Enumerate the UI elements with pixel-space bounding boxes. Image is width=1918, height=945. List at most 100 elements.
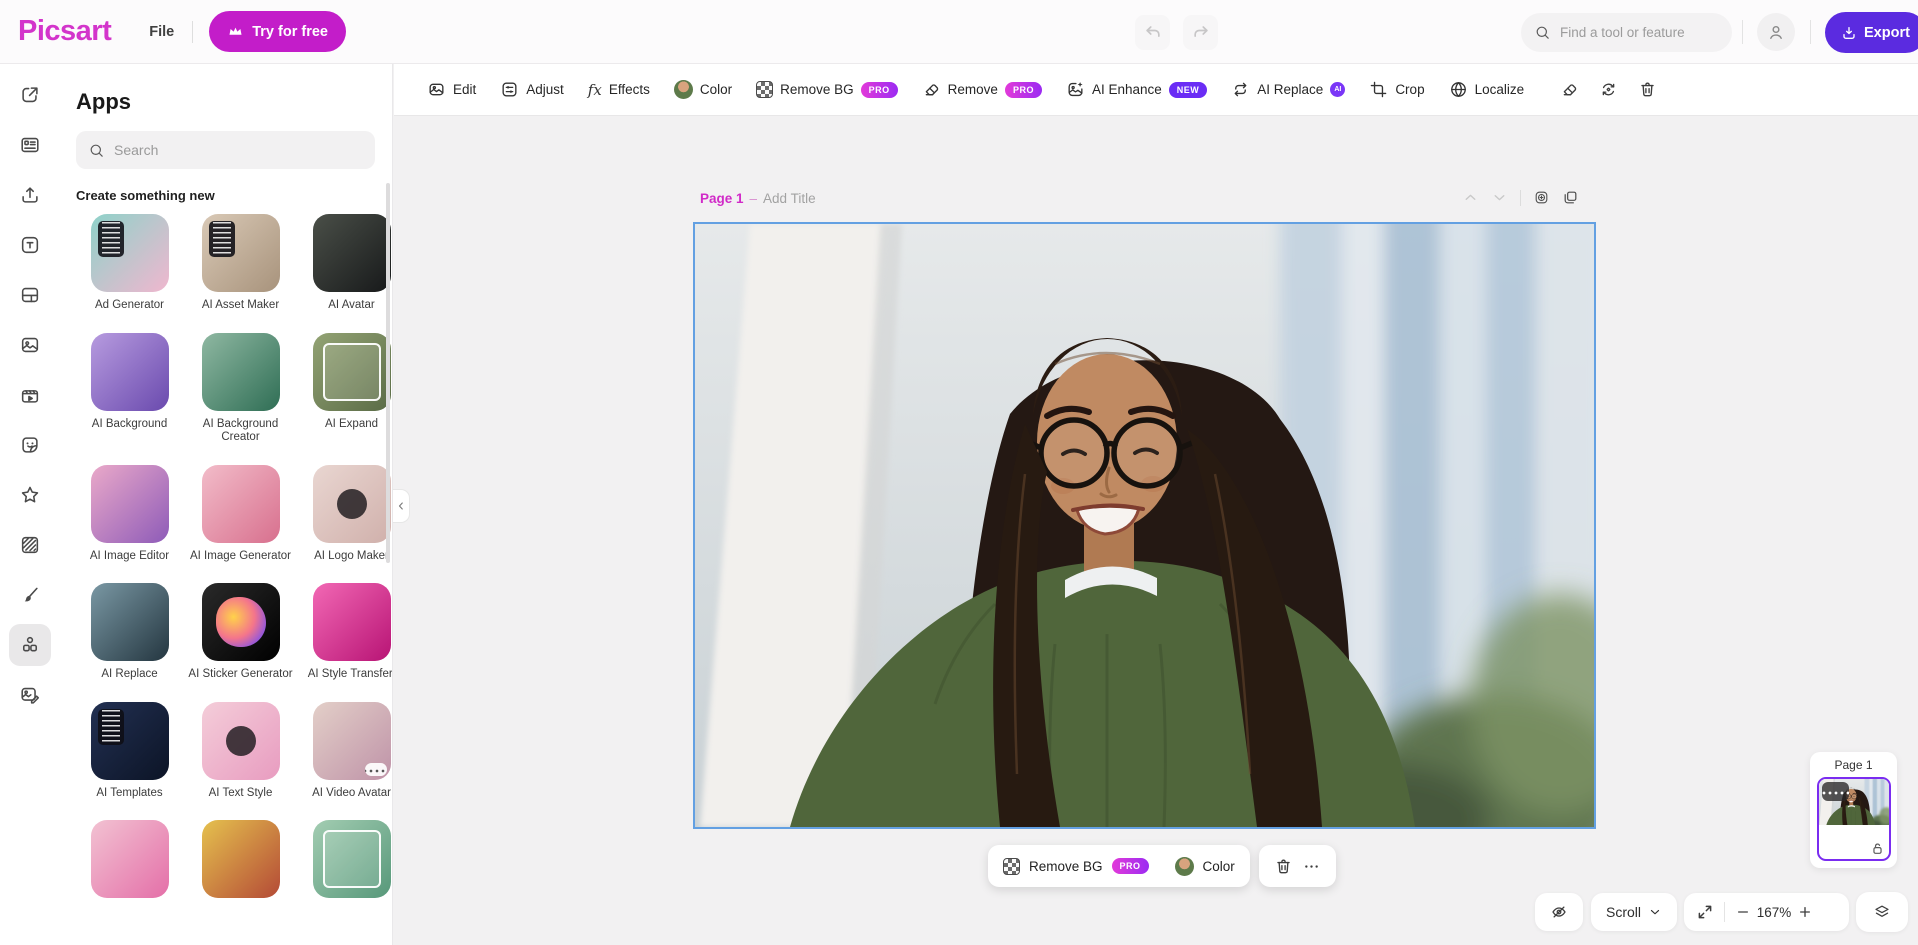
sidebar-item-stickers[interactable] (9, 424, 51, 466)
app-tile-ad-generator[interactable]: Ad Generator (74, 214, 185, 313)
app-tile-ai-image-generator[interactable]: AI Image Generator (185, 465, 296, 564)
app-tile-label: AI Image Editor (90, 550, 169, 564)
checkerboard-icon (1003, 858, 1020, 875)
app-tile-ai-background-creator[interactable]: AI Background Creator (185, 333, 296, 445)
app-tile-ai-avatar[interactable]: AI Avatar (296, 214, 393, 313)
app-tile-ai-sticker-generator[interactable]: AI Sticker Generator (185, 583, 296, 682)
panel-scrollbar[interactable] (386, 183, 390, 563)
tile-deco-chip (98, 709, 124, 745)
ai-replace-icon (1231, 80, 1250, 99)
toolbar-item-localize[interactable]: Localize (1449, 80, 1525, 99)
app-tile-ai-logo-maker[interactable]: AI Logo Maker (296, 465, 393, 564)
eraser-icon (922, 80, 941, 99)
scroll-mode-dropdown[interactable]: Scroll (1591, 893, 1677, 931)
trash-icon[interactable] (1274, 857, 1293, 876)
selection-more-card (1259, 845, 1336, 887)
redo-icon (1191, 23, 1211, 43)
sidebar-item-uploads[interactable] (9, 174, 51, 216)
sidebar-item-templates[interactable] (9, 124, 51, 166)
toolbar-item-effects[interactable]: fxEffects (588, 81, 650, 99)
sidebar-item-apps[interactable] (9, 624, 51, 666)
toolbar-item-label: Effects (609, 82, 650, 97)
app-tile-image (91, 820, 169, 898)
header-search-input[interactable] (1560, 25, 1710, 40)
sidebar-item-videos[interactable] (9, 374, 51, 416)
preview-toggle-button[interactable] (1535, 893, 1583, 931)
zoom-out-icon[interactable] (1735, 904, 1751, 920)
file-menu[interactable]: File (149, 24, 174, 40)
sidebar-item-draw[interactable] (9, 574, 51, 616)
app-tile-ai-style-transfer[interactable]: AI Style Transfer. (296, 583, 393, 682)
app-tile-ai-video-avatar[interactable]: AI Video Avatar (296, 702, 393, 801)
header-search[interactable] (1521, 13, 1732, 52)
fit-screen-icon[interactable] (1696, 903, 1714, 921)
upload-icon (19, 184, 41, 206)
sidebar-item-background[interactable] (9, 524, 51, 566)
toolbar-item-crop[interactable]: Crop (1369, 80, 1424, 99)
canvas-image[interactable] (693, 222, 1596, 829)
sidebar-item-text[interactable] (9, 224, 51, 266)
photos-icon (19, 334, 41, 356)
app-tile-ai-asset-maker[interactable]: AI Asset Maker (185, 214, 296, 313)
redo-button[interactable] (1183, 15, 1218, 50)
chevron-up-icon[interactable] (1462, 189, 1479, 206)
app-tile-ai-text-style[interactable]: AI Text Style (185, 702, 296, 801)
sidebar-item-elements[interactable] (9, 474, 51, 516)
apps-panel-title: Apps (76, 89, 392, 115)
app-tile-label: AI Background (92, 418, 167, 432)
lock-open-icon[interactable] (1869, 840, 1886, 857)
color-button[interactable]: Color (1203, 859, 1235, 874)
sidebar-item-open-project[interactable] (9, 74, 51, 116)
sidebar-item-photos[interactable] (9, 324, 51, 366)
app-tile-ai-templates[interactable]: AI Templates (74, 702, 185, 801)
chevron-left-icon (395, 500, 407, 512)
toolbar-item-color[interactable]: Color (674, 80, 732, 99)
sidebar-item-photo-editor[interactable] (9, 674, 51, 716)
chevron-down-icon[interactable] (1491, 189, 1508, 206)
toolbar-item-remove-bg[interactable]: Remove BGPRO (756, 81, 898, 98)
toolbar-item-ai-replace[interactable]: AI ReplaceAI (1231, 80, 1345, 99)
crown-icon (227, 23, 244, 40)
app-tile-ai-background[interactable]: AI Background (74, 333, 185, 445)
app-tile-ai-expand[interactable]: AI Expand (296, 333, 393, 445)
app-tile-partial-15[interactable] (74, 820, 185, 898)
ai-badge: AI (1330, 82, 1345, 97)
page-thumbnail[interactable] (1817, 777, 1891, 861)
swap-icon[interactable] (1599, 80, 1618, 99)
page-title-row: Page 1 – Add Title (700, 191, 816, 206)
app-tile-label: AI Avatar (328, 299, 374, 313)
app-tile-partial-17[interactable] (296, 820, 393, 898)
toolbar-item-remove[interactable]: RemovePRO (922, 80, 1042, 99)
app-tile-partial-16[interactable] (185, 820, 296, 898)
page-more-button[interactable] (1822, 782, 1849, 801)
app-tile-image (91, 465, 169, 543)
apps-grid: Ad GeneratorAI Asset Maker AI Avatar AI Ba… (74, 214, 392, 898)
app-tile-image (313, 702, 391, 780)
ellipsis-icon[interactable] (1302, 857, 1321, 876)
try-for-free-button[interactable]: Try for free (209, 11, 346, 52)
toolbar-item-adjust[interactable]: Adjust (500, 80, 564, 99)
trash-icon[interactable] (1638, 80, 1657, 99)
search-icon (88, 142, 105, 159)
apps-search[interactable] (76, 131, 375, 169)
apps-search-input[interactable] (114, 142, 354, 158)
eraser-icon[interactable] (1560, 80, 1579, 99)
toolbar-item-label: AI Enhance (1092, 82, 1162, 97)
app-tile-ai-replace[interactable]: AI Replace (74, 583, 185, 682)
zoom-in-icon[interactable] (1797, 904, 1813, 920)
remove-bg-button[interactable]: Remove BG (1029, 859, 1103, 874)
layers-button[interactable] (1856, 892, 1908, 932)
duplicate-page-icon[interactable] (1562, 189, 1579, 206)
export-button[interactable]: Export (1825, 12, 1918, 53)
sidebar-item-layouts[interactable] (9, 274, 51, 316)
checkerboard-icon (756, 81, 773, 98)
app-tile-ai-image-editor[interactable]: AI Image Editor (74, 465, 185, 564)
panel-collapse-button[interactable] (393, 489, 410, 523)
add-title-placeholder[interactable]: Add Title (763, 191, 816, 206)
toolbar-item-edit[interactable]: Edit (427, 80, 476, 99)
add-page-icon[interactable] (1533, 189, 1550, 206)
pro-badge: PRO (1112, 858, 1149, 874)
undo-button[interactable] (1135, 15, 1170, 50)
toolbar-item-ai-enhance[interactable]: AI EnhanceNEW (1066, 80, 1207, 99)
avatar[interactable] (1757, 13, 1795, 51)
